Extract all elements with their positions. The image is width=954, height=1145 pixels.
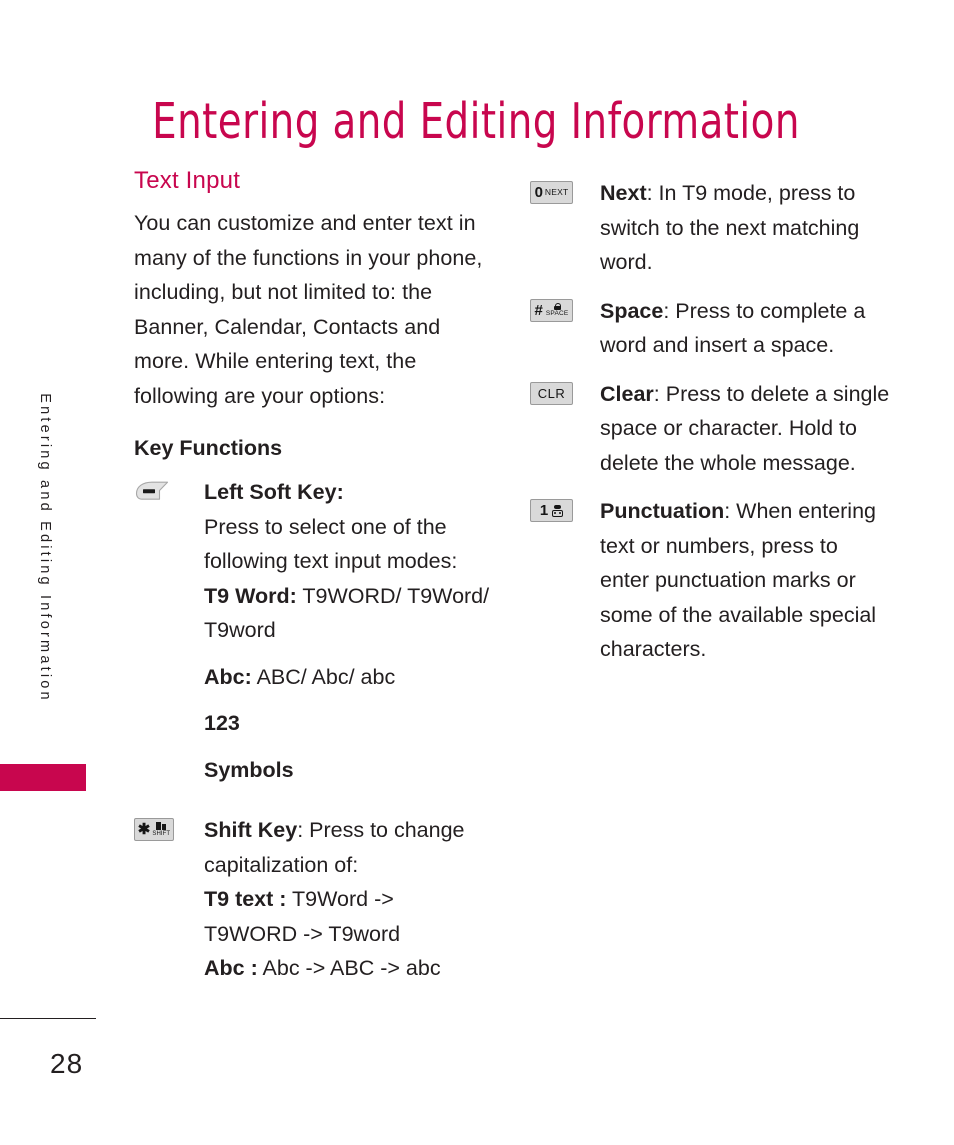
shift-key-icon: ✱ SHIFT [134, 818, 174, 841]
key-icon-cell [134, 475, 204, 502]
mode-value-abc-shift: Abc -> ABC -> abc [257, 956, 441, 980]
key-description-punctuation: : When entering text or numbers, press t… [600, 499, 877, 661]
footer-rule [0, 1018, 96, 1019]
key-entry-next: 0 NEXT Next: In T9 mode, press to switch… [530, 176, 890, 280]
right-column: 0 NEXT Next: In T9 mode, press to switch… [530, 176, 890, 681]
glyph-top [554, 504, 562, 509]
mode-label-symbols: Symbols [204, 757, 294, 782]
left-soft-key-icon [134, 480, 170, 502]
key-digit: # [534, 301, 543, 319]
key-description: Press to select one of the following tex… [204, 514, 458, 574]
side-tab-accent-block [0, 764, 86, 791]
key-label-shift-key: Shift Key [204, 818, 298, 842]
key-label-space: Space [600, 298, 664, 323]
key-digit: 0 [534, 184, 543, 201]
key-entry-left-soft-key: Left Soft Key: Press to select one of th… [134, 475, 492, 787]
key-1-punctuation-icon: 1 [530, 499, 573, 522]
key-label-punctuation: Punctuation [600, 499, 725, 523]
key-clr-icon: CLR [530, 381, 573, 405]
key-entry-shift-key: ✱ SHIFT Shift Key: Press to change capit… [134, 813, 492, 986]
key-caption: SPACE [545, 309, 569, 317]
key-text-cell: Space: Press to complete a word and inse… [600, 294, 890, 363]
mode-label-123: 123 [204, 711, 240, 735]
key-caption: NEXT [544, 187, 569, 198]
key-digit: CLR [537, 385, 566, 401]
key-label-next: Next [600, 181, 647, 205]
shift-caption: SHIFT [152, 831, 171, 837]
key-entry-clear: CLR Clear: Press to delete a single spac… [530, 377, 890, 481]
shift-caption-stack: SHIFT [152, 822, 170, 837]
key-hash-space-icon: # SPACE [530, 298, 573, 322]
side-tab-label: Entering and Editing Information [37, 393, 53, 703]
punctuation-glyph-icon [552, 504, 564, 517]
caps-glyph [156, 822, 167, 830]
key-icon-cell: # SPACE [530, 294, 600, 322]
key-label-suffix: : [336, 480, 344, 504]
mode-value-abc: ABC/ Abc/ abc [251, 664, 396, 689]
mode-label-t9word: T9 Word: [204, 583, 297, 608]
lock-icon [553, 302, 562, 310]
sub-heading-key-functions: Key Functions [134, 436, 283, 460]
key-text-cell: Left Soft Key: Press to select one of th… [204, 475, 492, 787]
key-text-cell: Clear: Press to delete a single space or… [600, 377, 890, 481]
key-text-cell: Next: In T9 mode, press to switch to the… [600, 176, 890, 280]
glyph-bottom [552, 509, 564, 517]
section-title-text-input: Text Input [134, 167, 241, 194]
key-0-next-icon: 0 NEXT [530, 181, 573, 204]
key-icon-cell: 1 [530, 494, 600, 522]
key-text-cell: Shift Key: Press to change capitalizatio… [204, 813, 492, 986]
page-number: 28 [50, 1048, 84, 1079]
key-label-left-soft-key: Left Soft Key [204, 480, 337, 504]
key-icon-cell: ✱ SHIFT [134, 813, 204, 841]
intro-paragraph: You can customize and enter text in many… [134, 211, 483, 408]
key-text-cell: Punctuation: When entering text or numbe… [600, 494, 890, 667]
key-icon-cell: CLR [530, 377, 600, 405]
side-tab: Entering and Editing Information [0, 0, 96, 1145]
space-caption-stack: SPACE [545, 302, 569, 318]
mode-label-abc-shift: Abc : [204, 956, 258, 980]
left-column: Text Input You can customize and enter t… [134, 166, 492, 1000]
key-entry-space: # SPACE Space: Press to complete a word … [530, 294, 890, 363]
mode-label-t9-text: T9 text : [204, 887, 287, 911]
key-label-clear: Clear [600, 381, 654, 406]
page-title: Entering and Editing Information [152, 92, 800, 150]
key-icon-cell: 0 NEXT [530, 176, 600, 204]
key-entry-punctuation: 1 Punctuation: When entering text or num… [530, 494, 890, 667]
mode-label-abc: Abc: [204, 664, 252, 689]
key-digit: 1 [539, 502, 549, 519]
asterisk-glyph: ✱ [137, 821, 151, 838]
